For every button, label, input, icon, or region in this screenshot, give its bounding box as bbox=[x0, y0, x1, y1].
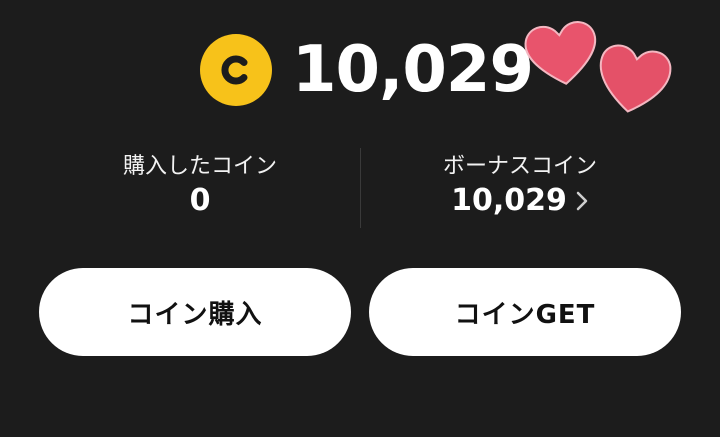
bonus-coins-value: 10,029 bbox=[451, 183, 567, 218]
bonus-coins-row: 10,029 bbox=[451, 182, 589, 220]
hearts-sticker-icon bbox=[524, 21, 672, 113]
coin-balance-amount: 10,029 bbox=[292, 33, 534, 107]
coin-breakdown: 購入したコイン 0 ボーナスコイン 10,029 bbox=[40, 148, 680, 228]
bonus-coins-label: ボーナスコイン bbox=[442, 154, 597, 179]
coin-balance: 10,029 bbox=[200, 32, 534, 108]
get-coins-button[interactable]: コインGET bbox=[369, 268, 681, 356]
purchased-coins-label: 購入したコイン bbox=[122, 154, 277, 179]
purchased-coins: 購入したコイン 0 bbox=[40, 148, 360, 228]
purchased-coins-value: 0 bbox=[189, 183, 211, 218]
buy-coins-button[interactable]: コイン購入 bbox=[39, 268, 351, 356]
chevron-right-icon bbox=[576, 191, 588, 211]
coin-balance-screen: 10,029 購入したコイン 0 ボーナスコイン 10,029 コイン購入 コイ… bbox=[0, 0, 720, 437]
coin-c-icon bbox=[200, 34, 272, 106]
bonus-coins-link[interactable]: ボーナスコイン 10,029 bbox=[360, 148, 680, 228]
